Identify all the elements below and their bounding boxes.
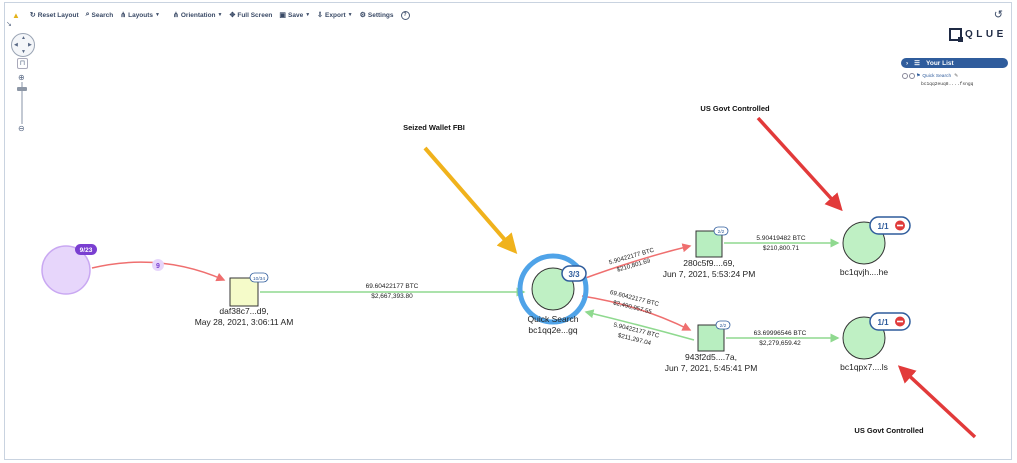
minus-icon [897,320,903,323]
annotation-arrow-us-top [756,116,843,212]
node-label: daf38c7...d9, [219,306,268,316]
minus-icon [897,224,903,227]
edge-943f-qs [584,309,695,341]
annotation-us-govt-top: US Govt Controlled [700,104,770,113]
annotation-arrow-seized [423,146,518,255]
node-badge-label: 1/1 [877,318,889,327]
node-badge-label: 9/23 [80,247,93,254]
node-date: Jun 7, 2021, 5:53:24 PM [663,269,756,279]
edge-label-usd: $2,667,393.80 [371,293,413,300]
node-date: Jun 7, 2021, 5:45:41 PM [665,363,758,373]
node-badge-label: 2/2 [718,229,725,235]
node-badge-label: 10/34 [253,276,265,282]
edge-label-btc: 69.60422177 BTC [366,283,419,290]
transaction-graph: 69.60422177 BTC $2,667,393.80 5.90422177… [41,104,977,439]
node-name: Quick Search [527,314,578,324]
node-date: May 28, 2021, 3:06:11 AM [195,317,294,327]
annotation-us-govt-bottom: US Govt Controlled [854,426,924,435]
node-address: bc1qq2e...gq [528,325,577,335]
edge-label-usd: $210,800.71 [763,245,800,252]
node-label: 943f2d5....7a, [685,352,737,362]
edge-label-usd: $2,279,659.42 [759,340,801,347]
edge-count-label: 9 [156,263,160,270]
node-badge-label: 2/2 [720,323,727,329]
edge-label-btc: 5.90419482 BTC [756,235,805,242]
node-label: 280c5f9....69, [683,258,735,268]
node-address: bc1qvjh....he [840,267,888,277]
annotation-seized-wallet: Seized Wallet FBI [403,123,465,132]
node-badge-label: 1/1 [877,222,889,231]
edge-label-btc: 63.69996546 BTC [754,330,807,337]
node-badge-label: 3/3 [568,270,580,279]
node-address: bc1qpx7....ls [840,362,888,372]
